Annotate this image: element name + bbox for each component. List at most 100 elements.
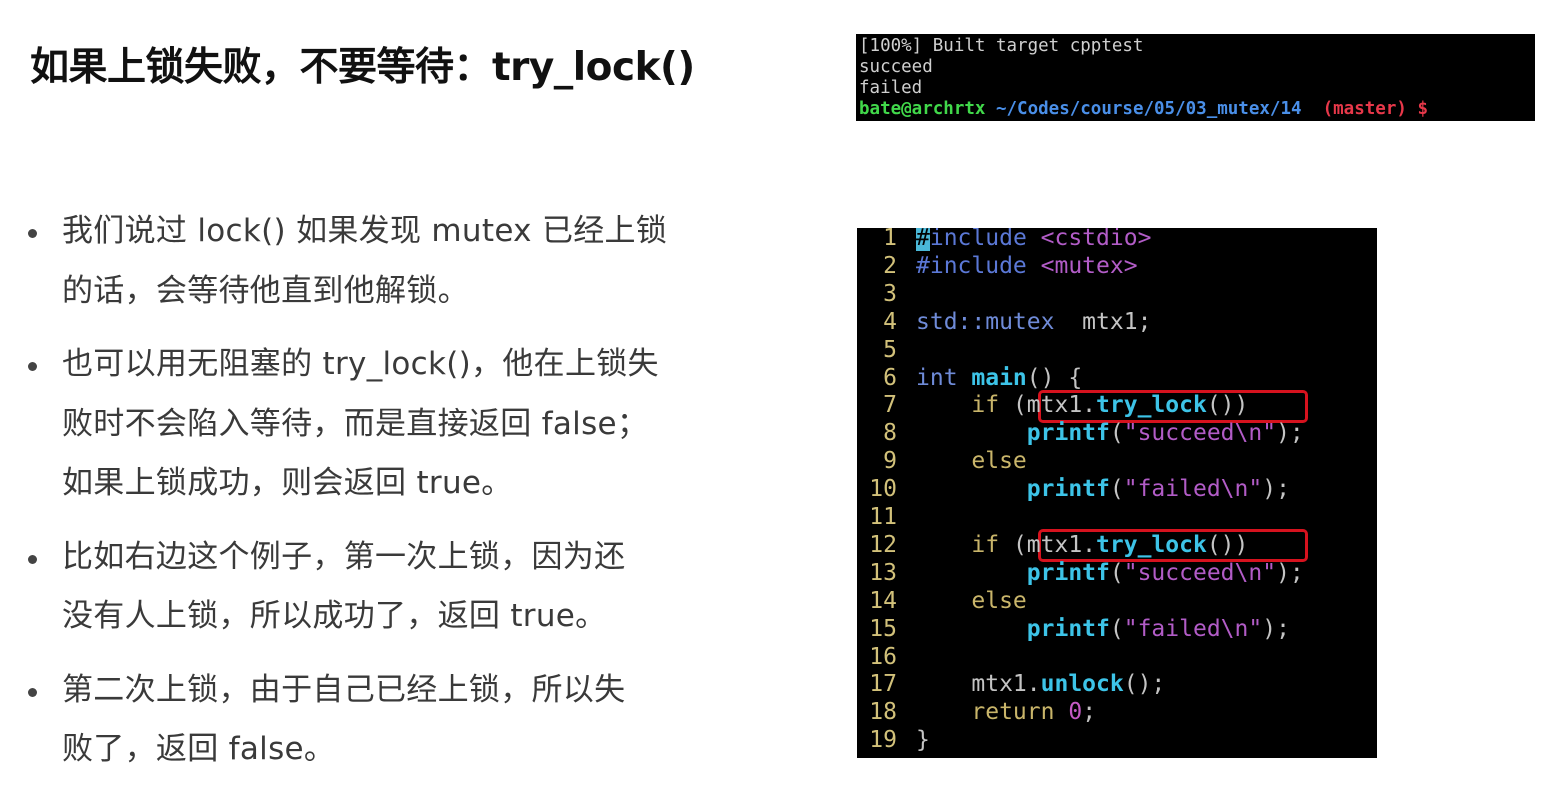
- code-token: }: [916, 727, 930, 754]
- line-number: 14: [869, 587, 897, 614]
- code-line: 11: [857, 503, 916, 531]
- code-token: "succeed\n": [1123, 559, 1277, 586]
- code-token: int: [916, 364, 972, 391]
- code-line: 17 mtx1.unlock();: [857, 670, 1165, 698]
- code-token: ()): [1206, 531, 1249, 558]
- bullet-item: 也可以用无阻塞的 try_lock()，他在上锁失 败时不会陷入等待，而是直接返…: [28, 335, 728, 514]
- code-token: printf: [1026, 420, 1110, 447]
- code-token: #include: [916, 252, 1041, 279]
- code-token: "failed\n": [1123, 476, 1263, 503]
- bullet-dot-icon: [28, 229, 37, 238]
- code-token: printf: [1026, 559, 1110, 586]
- code-token: <cstdio>: [1040, 228, 1152, 251]
- line-number: 12: [869, 531, 897, 558]
- code-token: if: [971, 531, 1013, 558]
- bullet-dot-icon: [28, 554, 37, 564]
- line-number: 1: [883, 228, 897, 251]
- code-line: 6 int main() {: [857, 364, 1082, 392]
- code-line: 15 printf("failed\n");: [857, 615, 1290, 643]
- line-number: 5: [883, 336, 897, 363]
- line-number: 13: [869, 559, 897, 586]
- prompt-user-host: bate@archrtx: [859, 99, 986, 119]
- code-line: 3: [857, 280, 916, 308]
- line-number: 18: [869, 699, 897, 726]
- code-token: () {: [1026, 364, 1083, 391]
- code-token: try_lock: [1096, 392, 1207, 419]
- code-token: try_lock: [1096, 531, 1207, 558]
- code-line: 8 printf("succeed\n");: [857, 419, 1304, 447]
- code-token: main: [971, 364, 1027, 391]
- code-line: 5: [857, 336, 916, 364]
- line-number: 16: [869, 643, 897, 670]
- code-token: <mutex>: [1040, 252, 1138, 279]
- line-number: 9: [883, 448, 897, 475]
- line-number: 8: [883, 420, 897, 447]
- code-token: ()): [1206, 392, 1249, 419]
- slide-title: 如果上锁失败，不要等待：try_lock(): [30, 45, 695, 90]
- bullet-item: 比如右边这个例子，第一次上锁，因为还 没有人上锁，所以成功了，返回 true。: [28, 528, 728, 647]
- code-line: 12 if (mtx1.try_lock()): [857, 531, 1248, 559]
- terminal-output: [100%] Built target cpptest succeed fail…: [856, 34, 1535, 121]
- terminal-prompt: bate@archrtx ~/Codes/course/05/03_mutex/…: [859, 99, 1535, 120]
- code-token: mtx1;: [1054, 308, 1152, 335]
- bullet-list: 我们说过 lock() 如果发现 mutex 已经上锁 的话，会等待他直到他解锁…: [28, 202, 728, 794]
- code-token: (: [1109, 559, 1124, 586]
- code-token: #: [916, 228, 930, 251]
- bullet-dot-icon: [28, 362, 37, 371]
- code-token: (: [1109, 476, 1124, 503]
- line-number: 15: [869, 615, 897, 642]
- code-token: (mtx1.: [1012, 531, 1097, 558]
- code-token: );: [1262, 615, 1290, 642]
- code-token: else: [971, 448, 1027, 475]
- line-number: 17: [869, 671, 897, 698]
- code-token: "succeed\n": [1123, 420, 1277, 447]
- bullet-text: 第二次上锁，由于自己已经上锁，所以失 败了，返回 false。: [62, 671, 626, 768]
- line-number: 2: [883, 252, 897, 279]
- prompt-symbol: $: [1417, 99, 1428, 119]
- terminal-output-line: succeed: [859, 57, 933, 77]
- code-line: 13 printf("succeed\n");: [857, 559, 1303, 587]
- terminal-output-line: failed: [859, 78, 923, 98]
- bullet-item: 第二次上锁，由于自己已经上锁，所以失 败了，返回 false。: [28, 661, 728, 780]
- code-token: "failed\n": [1123, 615, 1263, 642]
- bullet-text: 我们说过 lock() 如果发现 mutex 已经上锁 的话，会等待他直到他解锁…: [62, 213, 668, 309]
- code-line: 1 #include <cstdio>: [857, 228, 1151, 252]
- code-line: 10 printf("failed\n");: [857, 475, 1290, 503]
- line-number: 19: [869, 727, 897, 754]
- line-number: 3: [883, 280, 897, 307]
- line-number: 11: [869, 504, 897, 530]
- code-line: 16: [857, 643, 916, 671]
- line-number: 4: [883, 308, 897, 335]
- prompt-path: ~/Codes/course/05/03_mutex/14: [995, 99, 1302, 119]
- bullet-text: 也可以用无阻塞的 try_lock()，他在上锁失 败时不会陷入等待，而是直接返…: [62, 346, 659, 501]
- code-line: 9 else: [857, 447, 1027, 475]
- code-token: printf: [1026, 476, 1110, 503]
- code-token: else: [971, 587, 1027, 614]
- code-token: (: [1109, 420, 1124, 447]
- code-token: include: [929, 228, 1041, 251]
- bullet-item: 我们说过 lock() 如果发现 mutex 已经上锁 的话，会等待他直到他解锁…: [28, 202, 728, 321]
- code-line: 4 std::mutex mtx1;: [857, 308, 1151, 336]
- code-line: 19}: [857, 726, 930, 754]
- code-editor: 1 #include <cstdio> 2 #include <mutex> 3 4 std…: [857, 228, 1377, 758]
- code-token: (: [1109, 615, 1124, 642]
- code-token: ();: [1123, 671, 1166, 698]
- code-token: );: [1276, 420, 1304, 447]
- code-line: 2 #include <mutex>: [857, 252, 1138, 280]
- code-line: 14 else: [857, 587, 1027, 615]
- code-line: 18 return 0;: [857, 698, 1096, 726]
- code-token: 0: [1068, 699, 1083, 726]
- code-token: );: [1262, 476, 1290, 503]
- code-token: return: [971, 699, 1069, 726]
- code-token: printf: [1026, 615, 1110, 642]
- line-number: 10: [869, 476, 897, 503]
- code-token: unlock: [1040, 671, 1124, 698]
- prompt-branch: (master): [1322, 99, 1407, 119]
- code-token: mtx1.: [916, 671, 1041, 698]
